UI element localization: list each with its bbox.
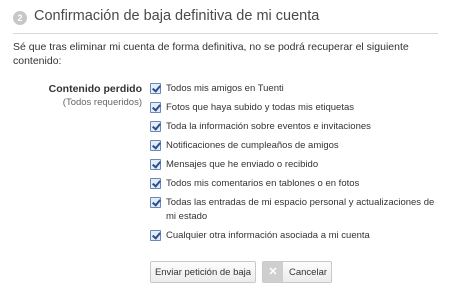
checkbox-checked[interactable] (150, 121, 161, 132)
checklist-item-label: Cualquier otra información asociada a mi… (166, 230, 370, 242)
checklist-item-label: Todos mis amigos en Tuenti (166, 83, 284, 94)
checkbox-checked[interactable] (150, 178, 161, 189)
checklist-item-label: Todas las entradas de mi espacio persona… (166, 197, 435, 223)
checkbox-checked[interactable] (150, 83, 161, 94)
lost-content-label-group: Contenido perdido (Todos requeridos) (49, 82, 142, 110)
page-title: Confirmación de baja definitiva de mi cu… (34, 8, 320, 24)
checklist-item-label: Toda la información sobre eventos e invi… (166, 121, 371, 132)
section-header: 2 Confirmación de baja definitiva de mi … (13, 6, 438, 34)
checklist-item-label: Fotos que haya subido y todas mis etique… (166, 102, 355, 113)
checklist-item-photos[interactable]: Fotos que haya subido y todas mis etique… (150, 101, 440, 115)
checklist-item-label: Todos mis comentarios en tablones o en f… (166, 178, 360, 189)
required-note: (Todos requeridos) (62, 97, 142, 108)
lost-content-checklist: Todos mis amigos en Tuenti Fotos que hay… (150, 82, 440, 248)
checkbox-checked[interactable] (150, 197, 161, 208)
checklist-item-friends[interactable]: Todos mis amigos en Tuenti (150, 82, 440, 96)
checkbox-checked[interactable] (150, 140, 161, 151)
checklist-item-events[interactable]: Toda la información sobre eventos e invi… (150, 120, 440, 134)
step-number-badge: 2 (13, 11, 27, 25)
checkbox-checked[interactable] (150, 102, 161, 113)
checkbox-checked[interactable] (150, 230, 161, 242)
checklist-item-birthdays[interactable]: Notificaciones de cumpleaños de amigos (150, 139, 440, 153)
checklist-item-label: Mensajes que he enviado o recibido (166, 159, 319, 170)
cancel-button[interactable]: ✕ Cancelar (262, 261, 332, 283)
checkbox-checked[interactable] (150, 159, 161, 170)
checklist-item-other-info[interactable]: Cualquier otra información asociada a mi… (150, 229, 440, 243)
checklist-item-label: Notificaciones de cumpleaños de amigos (166, 140, 339, 151)
checklist-item-messages[interactable]: Mensajes que he enviado o recibido (150, 158, 440, 172)
close-icon: ✕ (263, 262, 283, 282)
intro-text: Sé que tras eliminar mi cuenta de forma … (13, 41, 409, 67)
cancel-label: Cancelar (289, 266, 328, 278)
checklist-item-personal-space[interactable]: Todas las entradas de mi espacio persona… (150, 196, 440, 224)
checklist-item-comments[interactable]: Todos mis comentarios en tablones o en f… (150, 177, 440, 191)
submit-deletion-button[interactable]: Enviar petición de baja (150, 261, 256, 283)
lost-content-label: Contenido perdido (48, 83, 142, 95)
